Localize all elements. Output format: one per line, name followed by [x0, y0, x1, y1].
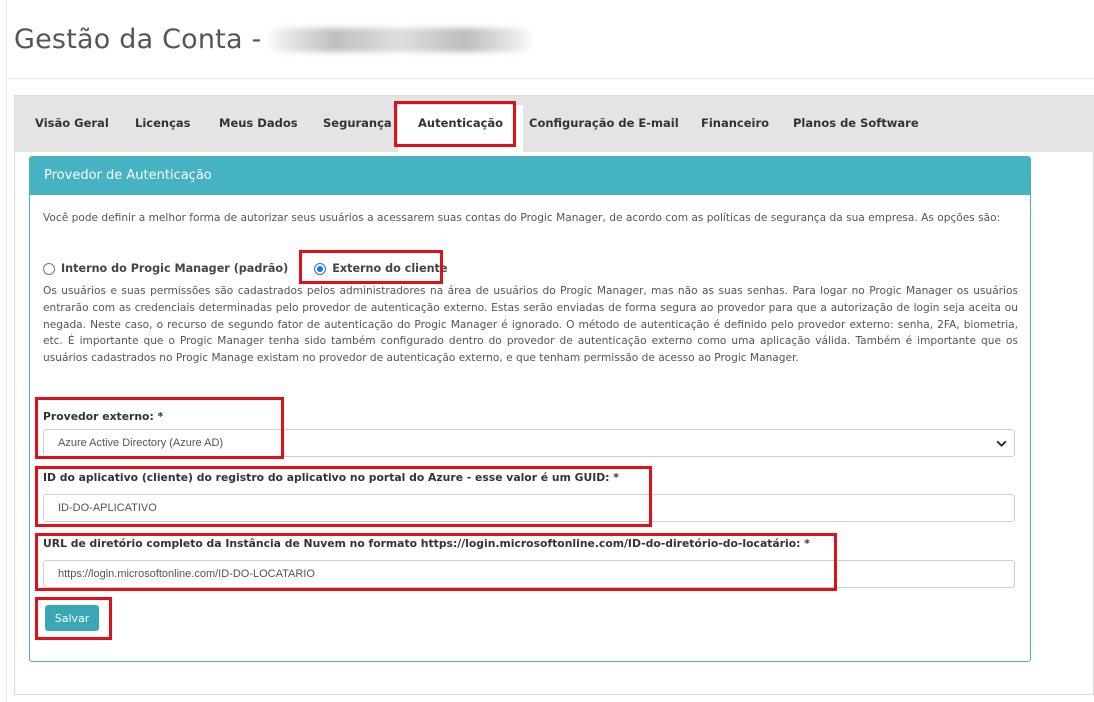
tab-meus-dados[interactable]: Meus Dados	[219, 116, 298, 130]
tab-autenticacao[interactable]: Autenticação	[398, 105, 524, 152]
auth-type-radio-group: Interno do Progic Manager (padrão) Exter…	[43, 262, 448, 275]
app-id-value: ID-DO-APLICATIVO	[58, 502, 157, 514]
directory-url-label: URL de diretório completo da Instância d…	[43, 537, 810, 550]
title-divider	[6, 78, 1094, 79]
tab-configuracao-email[interactable]: Configuração de E-mail	[529, 116, 679, 130]
provider-select-value: Azure Active Directory (Azure AD)	[58, 437, 224, 449]
chevron-down-icon	[996, 440, 1007, 447]
page-title: Gestão da Conta -	[14, 24, 532, 55]
page-title-text: Gestão da Conta -	[14, 24, 262, 55]
tab-licencas[interactable]: Licenças	[135, 116, 191, 130]
radio-external[interactable]	[314, 262, 327, 275]
tab-financeiro[interactable]: Financeiro	[701, 116, 769, 130]
radio-external-label[interactable]: Externo do cliente	[332, 262, 447, 275]
intro-text: Você pode definir a melhor forma de auto…	[43, 212, 1001, 224]
radio-option-external[interactable]: Externo do cliente	[314, 262, 448, 275]
save-button[interactable]: Salvar	[45, 605, 99, 631]
radio-internal[interactable]	[43, 262, 55, 275]
tab-seguranca[interactable]: Segurança	[323, 116, 392, 130]
tab-visao-geral[interactable]: Visão Geral	[35, 116, 109, 130]
provider-label: Provedor externo: *	[43, 410, 164, 423]
radio-option-internal[interactable]: Interno do Progic Manager (padrão)	[43, 262, 288, 275]
directory-url-input[interactable]: https://login.microsoftonline.com/ID-DO-…	[43, 560, 1015, 588]
app-id-label: ID do aplicativo (cliente) do registro d…	[43, 471, 619, 484]
app-id-input[interactable]: ID-DO-APLICATIVO	[43, 494, 1015, 522]
tab-bar: Visão Geral Licenças Meus Dados Seguranç…	[15, 96, 1094, 152]
radio-internal-label[interactable]: Interno do Progic Manager (padrão)	[61, 262, 288, 275]
panel-header: Provedor de Autenticação	[30, 157, 1030, 195]
provider-select[interactable]: Azure Active Directory (Azure AD)	[43, 429, 1015, 457]
external-auth-description: Os usuários e suas permissões são cadast…	[43, 285, 1018, 365]
auth-provider-panel: Provedor de Autenticação Você pode defin…	[29, 156, 1031, 662]
content-area: Visão Geral Licenças Meus Dados Seguranç…	[14, 95, 1094, 695]
redacted-account-name	[269, 27, 532, 52]
directory-url-value: https://login.microsoftonline.com/ID-DO-…	[58, 568, 315, 580]
tab-planos-software[interactable]: Planos de Software	[793, 116, 919, 130]
